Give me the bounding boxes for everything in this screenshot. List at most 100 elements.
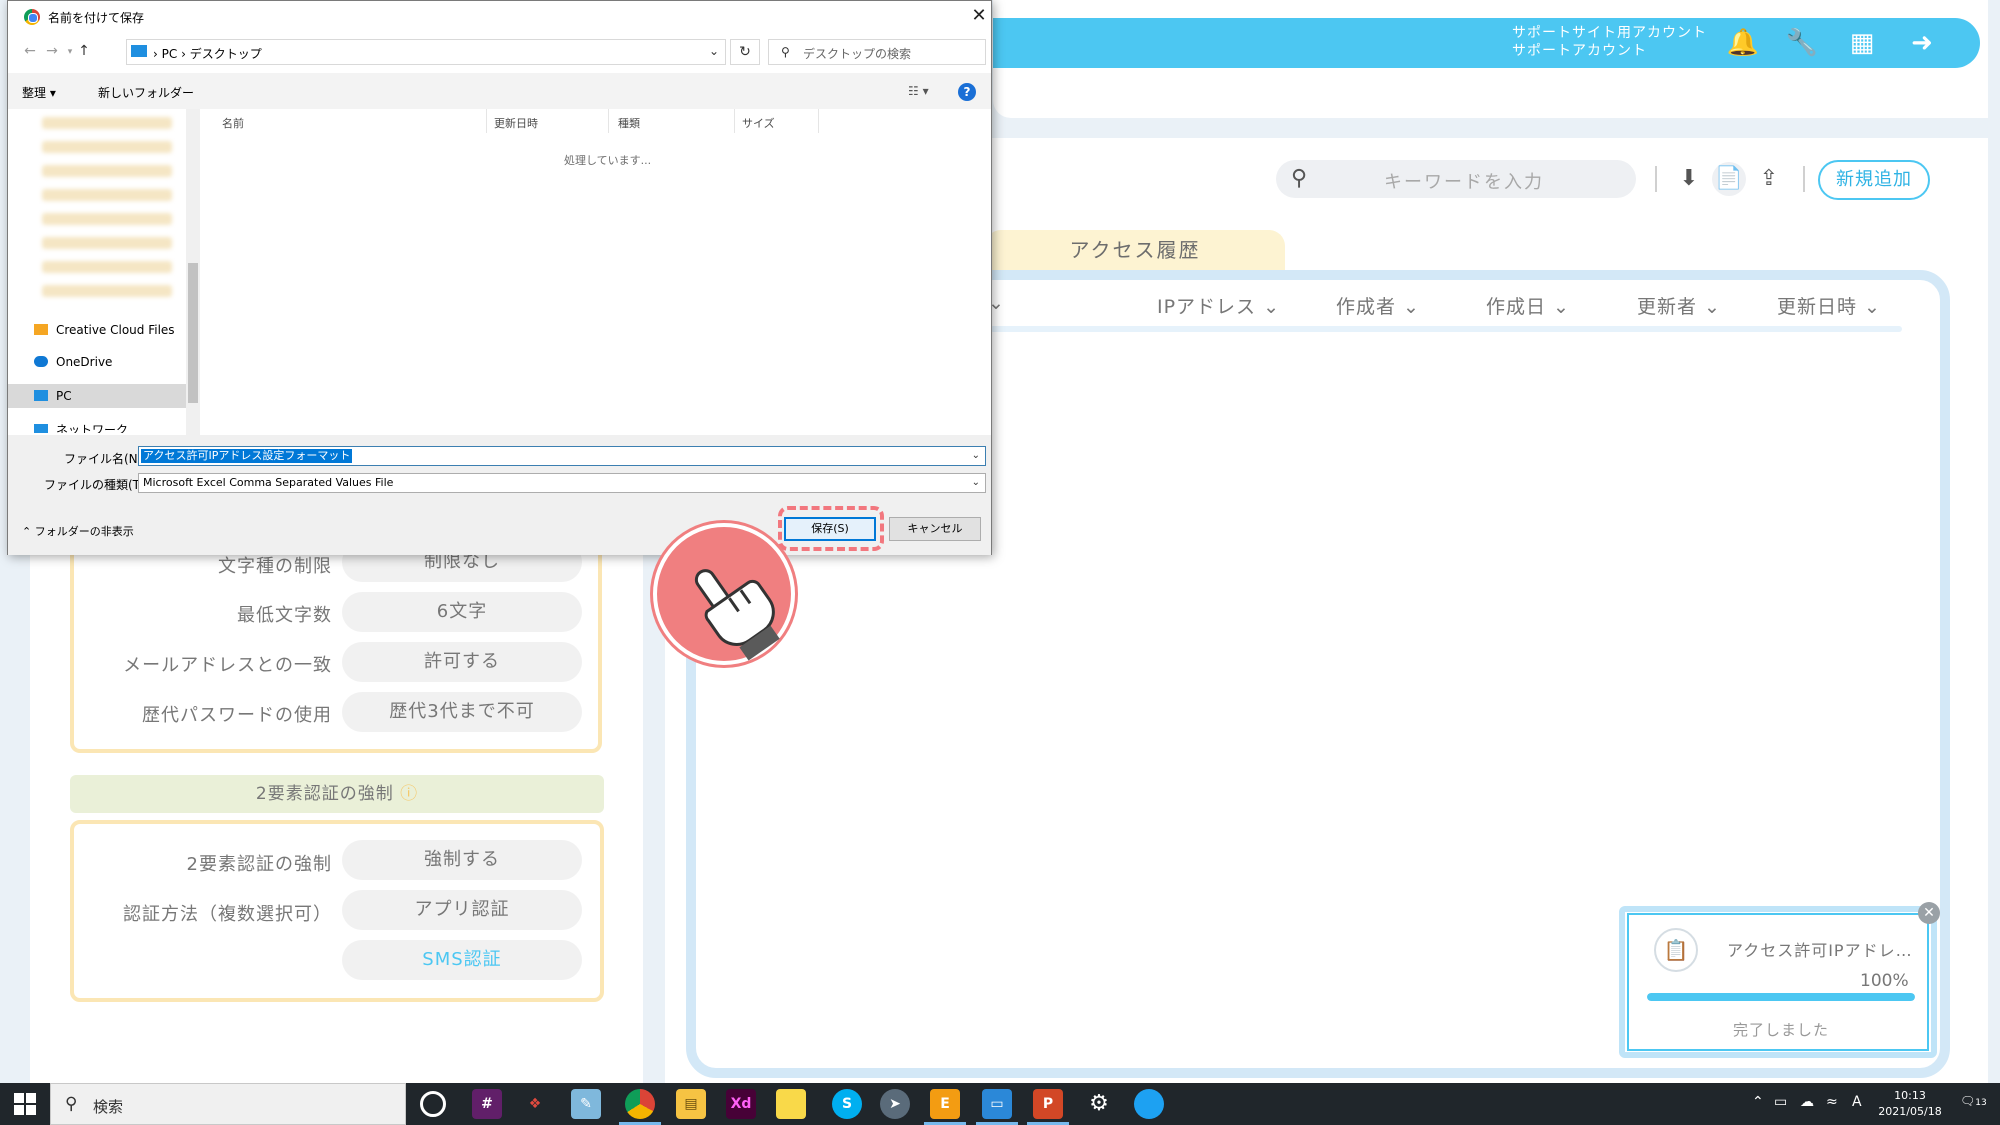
chrome-icon xyxy=(24,9,40,25)
organize-menu[interactable]: 整理 ▾ xyxy=(22,84,56,101)
skype-icon[interactable]: S xyxy=(832,1089,862,1119)
blurred-folder xyxy=(42,141,172,153)
cancel-button[interactable]: キャンセル xyxy=(889,517,981,541)
edge-icon[interactable] xyxy=(1134,1089,1164,1119)
help-circle-icon[interactable]: ⓘ xyxy=(400,784,418,804)
up-arrow-icon[interactable]: ↑ xyxy=(76,43,92,59)
clock-time: 10:13 xyxy=(1894,1089,1926,1102)
setting-label: 認証方法（複数選択可） xyxy=(123,904,332,925)
column-modified[interactable]: 更新日時 xyxy=(494,115,538,131)
dialog-toolbar: 整理 ▾ 新しいフォルダー ☷ ▾ xyxy=(8,73,991,109)
explorer-icon[interactable]: ▤ xyxy=(676,1089,706,1119)
remote-icon[interactable]: ▭ xyxy=(982,1089,1012,1119)
blurred-folder xyxy=(42,261,172,273)
blurred-folder xyxy=(42,285,172,297)
dialog-title: 名前を付けて保存 xyxy=(48,11,145,25)
grid-icon[interactable]: ▦ xyxy=(1845,26,1879,60)
new-folder-button[interactable]: 新しいフォルダー xyxy=(98,84,194,101)
search-placeholder: キーワードを入力 xyxy=(1384,172,1544,193)
sticky-notes-icon[interactable] xyxy=(776,1089,806,1119)
mail-icon[interactable]: ➤ xyxy=(880,1089,910,1119)
breadcrumb[interactable]: › PC › デスクトップ xyxy=(153,45,262,62)
setting-value: 許可する xyxy=(342,642,582,682)
search-icon: ⚲ xyxy=(65,1094,78,1114)
wrench-icon[interactable]: 🔧 xyxy=(1785,26,1819,60)
powerpoint-icon[interactable]: P xyxy=(1033,1089,1063,1119)
close-icon[interactable]: ✕ xyxy=(1918,902,1940,924)
pc-icon xyxy=(34,390,48,401)
file-type-select[interactable]: Microsoft Excel Comma Separated Values F… xyxy=(138,473,986,493)
ime-icon[interactable]: A xyxy=(1852,1094,1862,1110)
column-type[interactable]: 種類 xyxy=(618,115,640,131)
network-icon xyxy=(34,424,48,433)
close-icon[interactable]: ✕ xyxy=(968,5,990,27)
view-options-icon[interactable]: ☷ ▾ xyxy=(908,84,929,98)
upload-icon[interactable]: ⇪ xyxy=(1752,162,1786,196)
nav-item-pc[interactable]: PC xyxy=(34,389,72,403)
settings-icon[interactable]: ⚙ xyxy=(1084,1089,1114,1119)
notepad-icon[interactable]: ✎ xyxy=(571,1089,601,1119)
pin-icon[interactable]: ❖ xyxy=(520,1089,550,1119)
column-updated-at[interactable]: 更新日時 ⌄ xyxy=(1777,292,1881,319)
chevron-up-icon: ⌃ xyxy=(22,525,32,538)
chevron-down-icon[interactable]: ⌄ xyxy=(709,44,719,58)
tray-chevron-icon[interactable]: ⌃ xyxy=(1752,1094,1764,1110)
toolbar-divider xyxy=(1655,166,1657,192)
column-created-date[interactable]: 作成日 ⌄ xyxy=(1486,292,1570,319)
search-icon: ⚲ xyxy=(1290,166,1308,191)
file-icon: 📋 xyxy=(1654,928,1698,972)
setting-value: 歴代3代まで不可 xyxy=(342,692,582,732)
nav-item-onedrive[interactable]: OneDrive xyxy=(34,355,112,369)
column-ip-address[interactable]: IPアドレス ⌄ xyxy=(1157,292,1280,319)
add-new-button[interactable]: 新規追加 xyxy=(1818,160,1930,200)
setting-label: 最低文字数 xyxy=(237,605,332,626)
column-name[interactable]: 名前 xyxy=(222,115,244,131)
download-icon[interactable]: ⬇ xyxy=(1672,162,1706,196)
nav-scroll-thumb[interactable] xyxy=(188,263,198,403)
setting-value: アプリ認証 xyxy=(342,890,582,930)
xd-icon[interactable]: Xd xyxy=(726,1089,756,1119)
document-icon[interactable]: 📄 xyxy=(1712,162,1746,196)
wifi-icon[interactable]: ≈ xyxy=(1826,1094,1838,1110)
logout-icon[interactable]: ➜ xyxy=(1905,26,1939,60)
nav-item-creative-cloud[interactable]: Creative Cloud Files xyxy=(34,323,175,337)
chevron-down-icon[interactable]: ⌄ xyxy=(972,447,980,465)
refresh-icon[interactable]: ↻ xyxy=(730,39,760,65)
column-updated-by[interactable]: 更新者 ⌄ xyxy=(1637,292,1721,319)
nav-item-network[interactable]: ネットワーク xyxy=(34,421,128,433)
windows-start-icon[interactable] xyxy=(14,1093,36,1115)
notification-center-icon[interactable]: 🗨13 xyxy=(1960,1094,1987,1108)
download-progress-bar xyxy=(1647,993,1915,1001)
onedrive-tray-icon[interactable]: ☁ xyxy=(1800,1094,1814,1110)
dialog-search-input[interactable]: ⚲ デスクトップの検索 xyxy=(768,39,986,65)
hide-folders-toggle[interactable]: ⌃ フォルダーの非表示 xyxy=(22,523,134,539)
blurred-folder xyxy=(42,237,172,249)
taskbar-search[interactable]: ⚲ 検索 xyxy=(50,1083,406,1125)
back-arrow-icon[interactable]: ← xyxy=(22,43,38,59)
file-name-input[interactable]: アクセス許可IPアドレス設定フォーマット ⌄ xyxy=(138,446,986,466)
tab-access-history[interactable]: アクセス履歴 xyxy=(985,230,1285,270)
dialog-search-placeholder: デスクトップの検索 xyxy=(803,47,912,61)
column-size[interactable]: サイズ xyxy=(742,115,775,131)
cortana-icon[interactable] xyxy=(420,1091,446,1117)
e-app-icon[interactable]: E xyxy=(930,1089,960,1119)
chrome-icon[interactable] xyxy=(625,1089,655,1119)
address-bar[interactable]: › PC › デスクトップ ⌄ xyxy=(126,39,726,65)
setting-label: 歴代パスワードの使用 xyxy=(142,705,332,726)
column-separator xyxy=(486,109,487,133)
header-bar xyxy=(993,18,1980,68)
system-clock[interactable]: 10:13 2021/05/18 xyxy=(1875,1088,1945,1120)
slack-icon[interactable]: # xyxy=(472,1089,502,1119)
bell-icon[interactable]: 🔔 xyxy=(1726,26,1760,60)
battery-icon[interactable]: ▭ xyxy=(1774,1094,1787,1110)
chevron-down-icon[interactable]: ⌄ xyxy=(972,474,980,492)
table-header-rule xyxy=(990,326,1902,332)
column-created-by[interactable]: 作成者 ⌄ xyxy=(1336,292,1420,319)
help-icon[interactable]: ? xyxy=(958,83,976,101)
cloud-icon xyxy=(34,356,48,367)
search-icon: ⚲ xyxy=(781,45,790,59)
column-separator xyxy=(734,109,735,133)
account-info[interactable]: サポートサイト用アカウント サポートアカウント xyxy=(1512,24,1707,60)
setting-label: メールアドレスとの一致 xyxy=(123,655,332,676)
forward-arrow-icon[interactable]: → xyxy=(44,43,60,59)
